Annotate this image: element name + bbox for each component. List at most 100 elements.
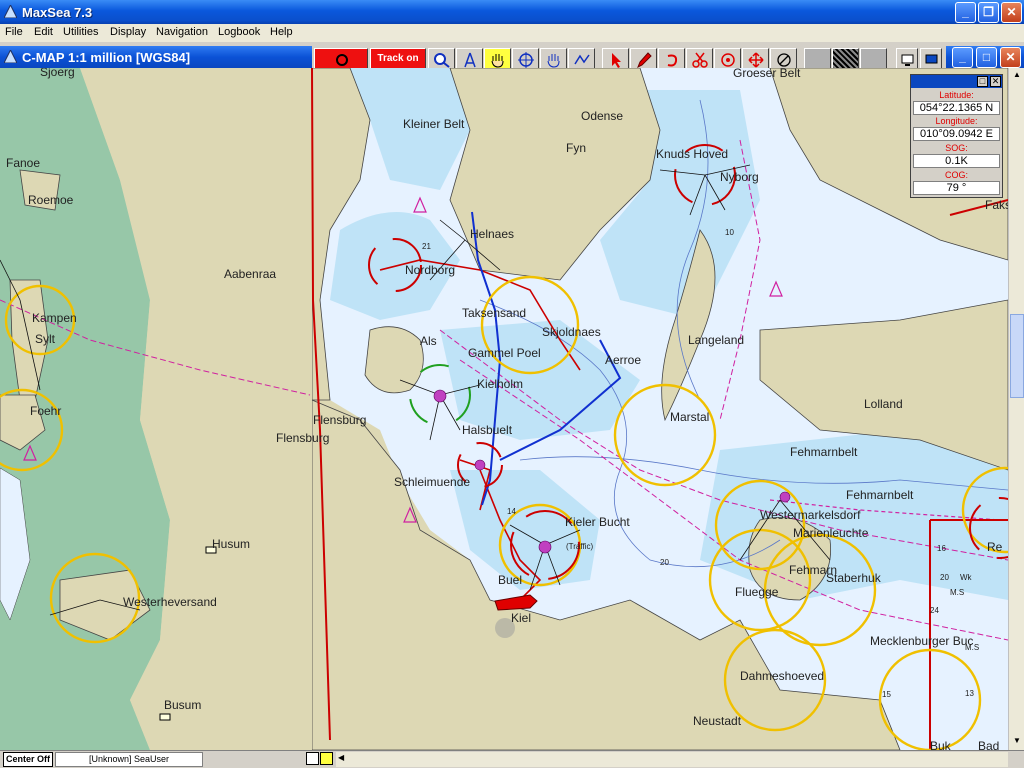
lighthouse-marker-2 [538,540,552,554]
label-kieler-bucht: Kieler Bucht [565,515,630,529]
menu-help[interactable]: Help [270,26,293,38]
chart-minimize-icon[interactable]: _ [952,47,973,68]
label-fehmarnbelt-2: Fehmarnbelt [846,488,914,502]
label-aerroe: Aerroe [605,353,642,367]
status-bar: Center Off [Unknown] SeaUser ◀ [0,750,1024,768]
vertical-scrollbar[interactable]: ▲ ▼ [1008,68,1024,750]
close-icon[interactable]: ✕ [1001,2,1022,23]
label-skjoldnaes: Skjoldnaes [542,325,601,339]
label-fehmarnbelt: Fehmarnbelt [790,445,858,459]
label-foehr: Foehr [30,404,62,418]
menubar: File Edit Utilities Display Navigation L… [0,24,1024,42]
minimize-icon[interactable]: _ [955,2,976,23]
chart-maximize-icon[interactable]: □ [976,47,997,68]
label-aabenraa: Aabenraa [224,267,277,281]
depth-label-2: 14 [507,507,516,516]
harbour-marker-2 [159,713,171,721]
lighthouse-marker [433,389,447,403]
label-dahmeshoeved: Dahmeshoeved [740,669,825,683]
label-ms-2: M.S [965,643,980,652]
menu-file[interactable]: File [5,26,23,38]
horizontal-scrollbar[interactable]: ◀ [336,752,1008,767]
label-marstal: Marstal [670,410,710,424]
label-ms: M.S [950,588,965,597]
restore-icon[interactable]: ❐ [978,2,999,23]
user-field: [Unknown] SeaUser [55,752,203,767]
nautical-chart[interactable]: Kleiner Belt Odense Fyn Knuds Hoved Groe… [0,68,1008,750]
record-icon [336,54,348,66]
label-fyn: Fyn [566,141,587,155]
label-schleimuende: Schleimuende [394,475,471,489]
info-panel-close-icon[interactable]: ✕ [990,76,1001,87]
label-roemoe: Roemoe [28,193,74,207]
menu-display[interactable]: Display [110,26,146,38]
label-fluegge: Fluegge [735,585,779,599]
label-buel: Buel [498,573,523,587]
latitude-value: 054°22.1365 N [913,101,1000,115]
label-re: Re [987,540,1003,554]
app-titlebar: MaxSea 7.3 _ ❐ ✕ [0,0,1024,24]
target-icon [721,53,735,67]
pencil-icon [637,52,652,68]
chart-window-titlebar: C-MAP 1:1 million [WGS84] [0,46,312,68]
scroll-thumb[interactable] [1010,314,1024,398]
scroll-down-icon[interactable]: ▼ [1010,734,1024,748]
label-taksensand: Taksensand [462,306,527,320]
depth-label-9: 10 [725,228,734,237]
chart-close-icon[interactable]: ✕ [1000,47,1021,68]
label-bad: Bad [978,739,1000,750]
chart-canvas [0,68,1008,750]
label-kielholm: Kielholm [477,377,524,391]
label-nyborg: Nyborg [720,170,759,184]
label-halsbuelt: Halsbuelt [462,423,513,437]
chart-window-title: C-MAP 1:1 million [WGS84] [22,50,191,65]
lighthouse-marker-3 [474,459,486,471]
cog-value: 79 ° [913,181,1000,195]
arrow-cursor-icon [612,53,621,68]
depth-label-5: 24 [930,606,939,615]
label-staberhuk: Staberhuk [826,571,881,585]
center-off-button[interactable]: Center Off [3,752,53,767]
monitor-icon [901,54,914,66]
status-edit-icon[interactable] [320,752,333,765]
sog-value: 0.1K [913,154,1000,168]
menu-utilities[interactable]: Utilities [63,26,98,38]
label-marienleuchte: Marienleuchte [793,526,869,540]
app-title: MaxSea 7.3 [22,5,93,20]
label-lolland: Lolland [864,397,903,411]
maxsea-logo-icon [4,5,17,18]
scroll-left-icon[interactable]: ◀ [338,753,344,762]
crosshair-icon [518,52,534,68]
info-panel-restore-icon[interactable]: □ [977,76,988,87]
label-westerheversand: Westerheversand [123,595,217,609]
chart-window-controls: _ □ ✕ [946,46,1024,68]
label-flensburg-2: Flensburg [276,431,330,445]
move-arrows-icon [748,52,764,68]
menu-navigation[interactable]: Navigation [156,26,208,38]
label-groeser-belt: Groeser Belt [733,68,801,80]
menu-edit[interactable]: Edit [34,26,53,38]
stop-icon [777,53,791,67]
cog-label: COG: [944,170,968,180]
scroll-up-icon[interactable]: ▲ [1010,68,1024,82]
label-neustadt: Neustadt [693,714,742,728]
depth-label-8: 20 [940,573,949,582]
depth-label-6: 15 [882,690,891,699]
label-busum: Busum [164,698,202,712]
label-westermarkelsdorf: Westermarkelsdorf [760,508,861,522]
label-odense: Odense [581,109,624,123]
lighthouse-marker-4 [779,491,791,503]
status-page-icon[interactable] [306,752,319,765]
undo-icon [667,54,678,67]
menu-logbook[interactable]: Logbook [218,26,260,38]
latitude-label: Latitude: [939,90,974,100]
label-fakse: Fakse [985,198,1008,212]
display-icon [925,54,938,64]
longitude-label: Longitude: [935,116,978,126]
label-sjoerg: Sjoerg [40,68,75,79]
label-knuds-hoved: Knuds Hoved [656,147,729,161]
label-husum: Husum [212,537,251,551]
label-buk: Buk [930,739,951,750]
chart-window-icon [4,50,17,63]
label-nordborg: Nordborg [405,263,456,277]
